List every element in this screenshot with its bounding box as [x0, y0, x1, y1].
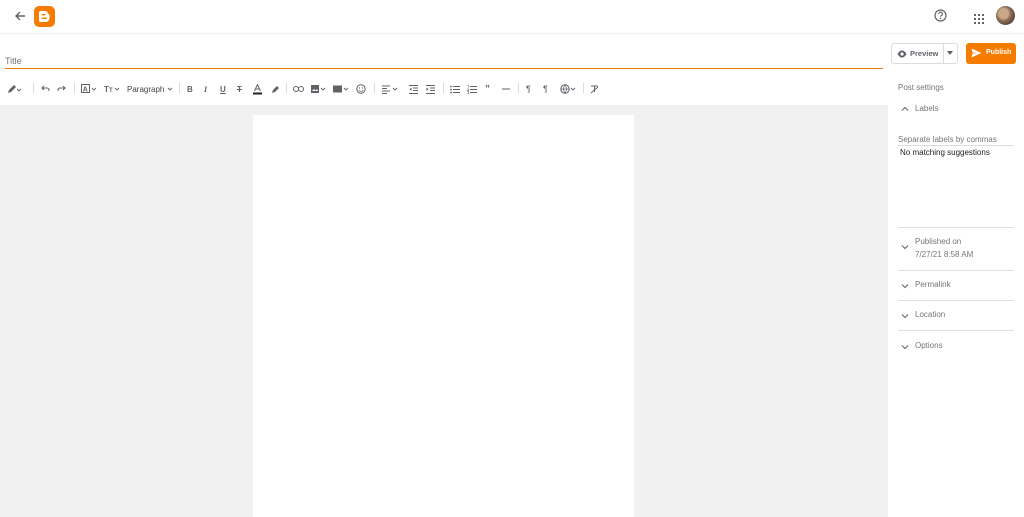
globe-icon[interactable]	[560, 79, 576, 99]
back-arrow-icon[interactable]	[12, 8, 28, 24]
chevron-down-icon[interactable]	[901, 243, 909, 251]
rtl-direction-icon[interactable]: ¶	[543, 79, 548, 99]
post-settings-sidebar: Post settings Labels No matching suggest…	[888, 70, 1024, 517]
font-family-icon[interactable]: A	[81, 79, 97, 99]
chevron-down-icon[interactable]	[901, 343, 909, 351]
section-divider	[898, 330, 1014, 331]
quote-icon[interactable]: ”	[485, 79, 490, 99]
ltr-direction-icon[interactable]: ¶	[526, 79, 531, 99]
redo-icon[interactable]	[57, 79, 66, 99]
chevron-down-icon[interactable]	[901, 312, 909, 320]
location-heading[interactable]: Location	[915, 310, 945, 319]
chevron-up-icon[interactable]	[901, 105, 909, 113]
chevron-down-icon[interactable]	[947, 51, 953, 55]
section-divider	[898, 300, 1014, 301]
emoji-icon[interactable]	[356, 79, 366, 99]
bold-icon[interactable]: B	[187, 79, 193, 99]
underline-icon[interactable]: U	[220, 79, 226, 99]
text-color-icon[interactable]	[253, 79, 262, 99]
post-title-input[interactable]	[5, 54, 883, 68]
editor-canvas	[0, 105, 888, 517]
toolbar-divider	[179, 83, 180, 93]
horizontal-rule-icon[interactable]	[502, 79, 510, 99]
section-divider	[898, 270, 1014, 271]
toolbar-divider	[286, 83, 287, 93]
indent-increase-icon[interactable]	[426, 79, 435, 99]
clear-formatting-icon[interactable]	[590, 79, 599, 99]
help-icon[interactable]	[933, 8, 948, 23]
font-size-icon[interactable]: TT	[104, 79, 120, 99]
published-date: 7/27/21 8:58 AM	[915, 250, 974, 259]
labels-heading[interactable]: Labels	[915, 104, 939, 113]
section-divider	[898, 227, 1014, 228]
publish-label: Publish	[986, 49, 1012, 56]
italic-icon[interactable]: I	[204, 79, 207, 99]
svg-text:A: A	[83, 86, 88, 93]
toolbar-divider	[33, 83, 34, 93]
undo-icon[interactable]	[41, 79, 50, 99]
insert-image-icon[interactable]	[311, 79, 327, 99]
labels-input[interactable]	[898, 133, 1014, 145]
published-heading[interactable]: Published on	[915, 237, 961, 246]
post-settings-title: Post settings	[898, 83, 944, 92]
bulleted-list-icon[interactable]	[450, 79, 460, 99]
toolbar-divider	[374, 83, 375, 93]
preview-button[interactable]: Preview	[891, 43, 958, 64]
labels-input-underline	[898, 145, 1014, 146]
chevron-down-icon[interactable]	[901, 282, 909, 290]
paragraph-style-dropdown[interactable]: Paragraph	[127, 79, 173, 99]
numbered-list-icon[interactable]	[467, 79, 477, 99]
highlight-icon[interactable]	[271, 79, 280, 99]
publish-button[interactable]: Publish	[966, 43, 1016, 64]
options-heading[interactable]: Options	[915, 341, 943, 350]
apps-grid-icon[interactable]	[974, 11, 984, 24]
insert-video-icon[interactable]	[333, 79, 349, 99]
svg-text:T: T	[109, 88, 113, 94]
editor-page[interactable]	[253, 115, 634, 517]
toolbar-divider	[74, 83, 75, 93]
account-avatar[interactable]	[996, 6, 1015, 25]
blogger-logo-icon[interactable]	[34, 6, 55, 27]
align-icon[interactable]	[382, 79, 398, 99]
paragraph-label: Paragraph	[127, 84, 165, 94]
labels-suggestion: No matching suggestions	[900, 148, 990, 157]
link-icon[interactable]	[293, 79, 304, 99]
toolbar-divider	[518, 83, 519, 93]
strikethrough-icon[interactable]: T	[237, 79, 242, 99]
send-icon	[971, 48, 982, 58]
top-bar	[0, 0, 1024, 34]
title-underline	[5, 68, 883, 69]
toolbar-divider	[583, 83, 584, 93]
preview-divider	[943, 44, 944, 63]
toolbar-divider	[443, 83, 444, 93]
pen-mode-icon[interactable]	[7, 79, 21, 99]
preview-label: Preview	[910, 49, 939, 58]
indent-decrease-icon[interactable]	[409, 79, 418, 99]
permalink-heading[interactable]: Permalink	[915, 280, 951, 289]
